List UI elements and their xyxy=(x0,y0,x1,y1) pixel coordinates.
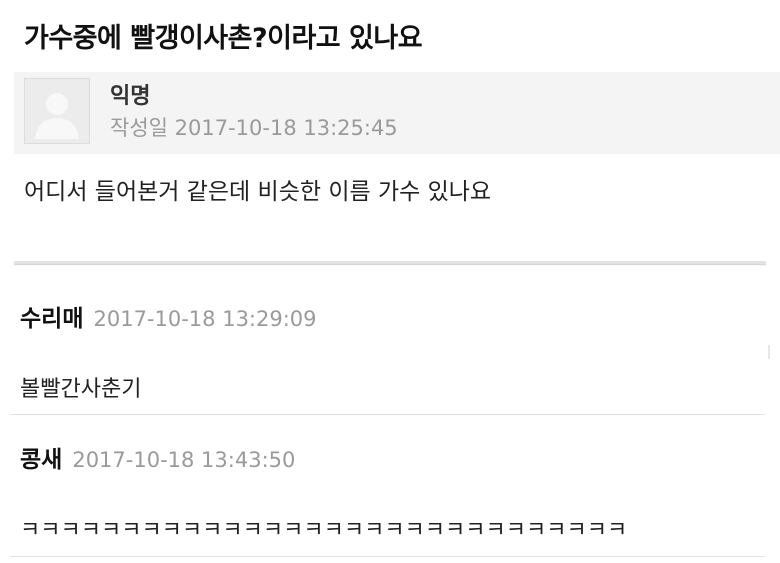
comment-author[interactable]: 콩새 xyxy=(20,440,62,474)
scroll-indicator xyxy=(768,345,770,359)
post-page: 가수중에 빨갱이사촌?이라고 있나요 익명 작성일 2017-10-18 13:… xyxy=(0,0,780,563)
post-comments-divider xyxy=(14,261,766,264)
comment-author[interactable]: 수리매 xyxy=(20,299,83,333)
comment-divider xyxy=(10,414,765,415)
comment-date: 2017-10-18 13:29:09 xyxy=(93,307,317,331)
comment-header: 콩새 2017-10-18 13:43:50 xyxy=(20,440,295,474)
comment-text: 볼빨간사춘기 xyxy=(20,377,142,402)
post-date: 작성일 2017-10-18 13:25:45 xyxy=(110,116,398,140)
comment-divider xyxy=(10,556,765,557)
post-title: 가수중에 빨갱이사촌?이라고 있나요 xyxy=(24,23,423,54)
default-user-avatar-icon[interactable] xyxy=(24,78,90,144)
comment-header: 수리매 2017-10-18 13:29:09 xyxy=(20,299,317,333)
post-body: 어디서 들어본거 같은데 비슷한 이름 가수 있나요 xyxy=(24,179,492,205)
post-author-box: 익명 작성일 2017-10-18 13:25:45 xyxy=(14,72,780,154)
comment-date: 2017-10-18 13:43:50 xyxy=(72,448,296,472)
post-author-name[interactable]: 익명 xyxy=(110,78,150,110)
comment-text: ㅋㅋㅋㅋㅋㅋㅋㅋㅋㅋㅋㅋㅋㅋㅋㅋㅋㅋㅋㅋㅋㅋㅋㅋㅋㅋㅋㅋㅋㅋ xyxy=(20,518,628,543)
